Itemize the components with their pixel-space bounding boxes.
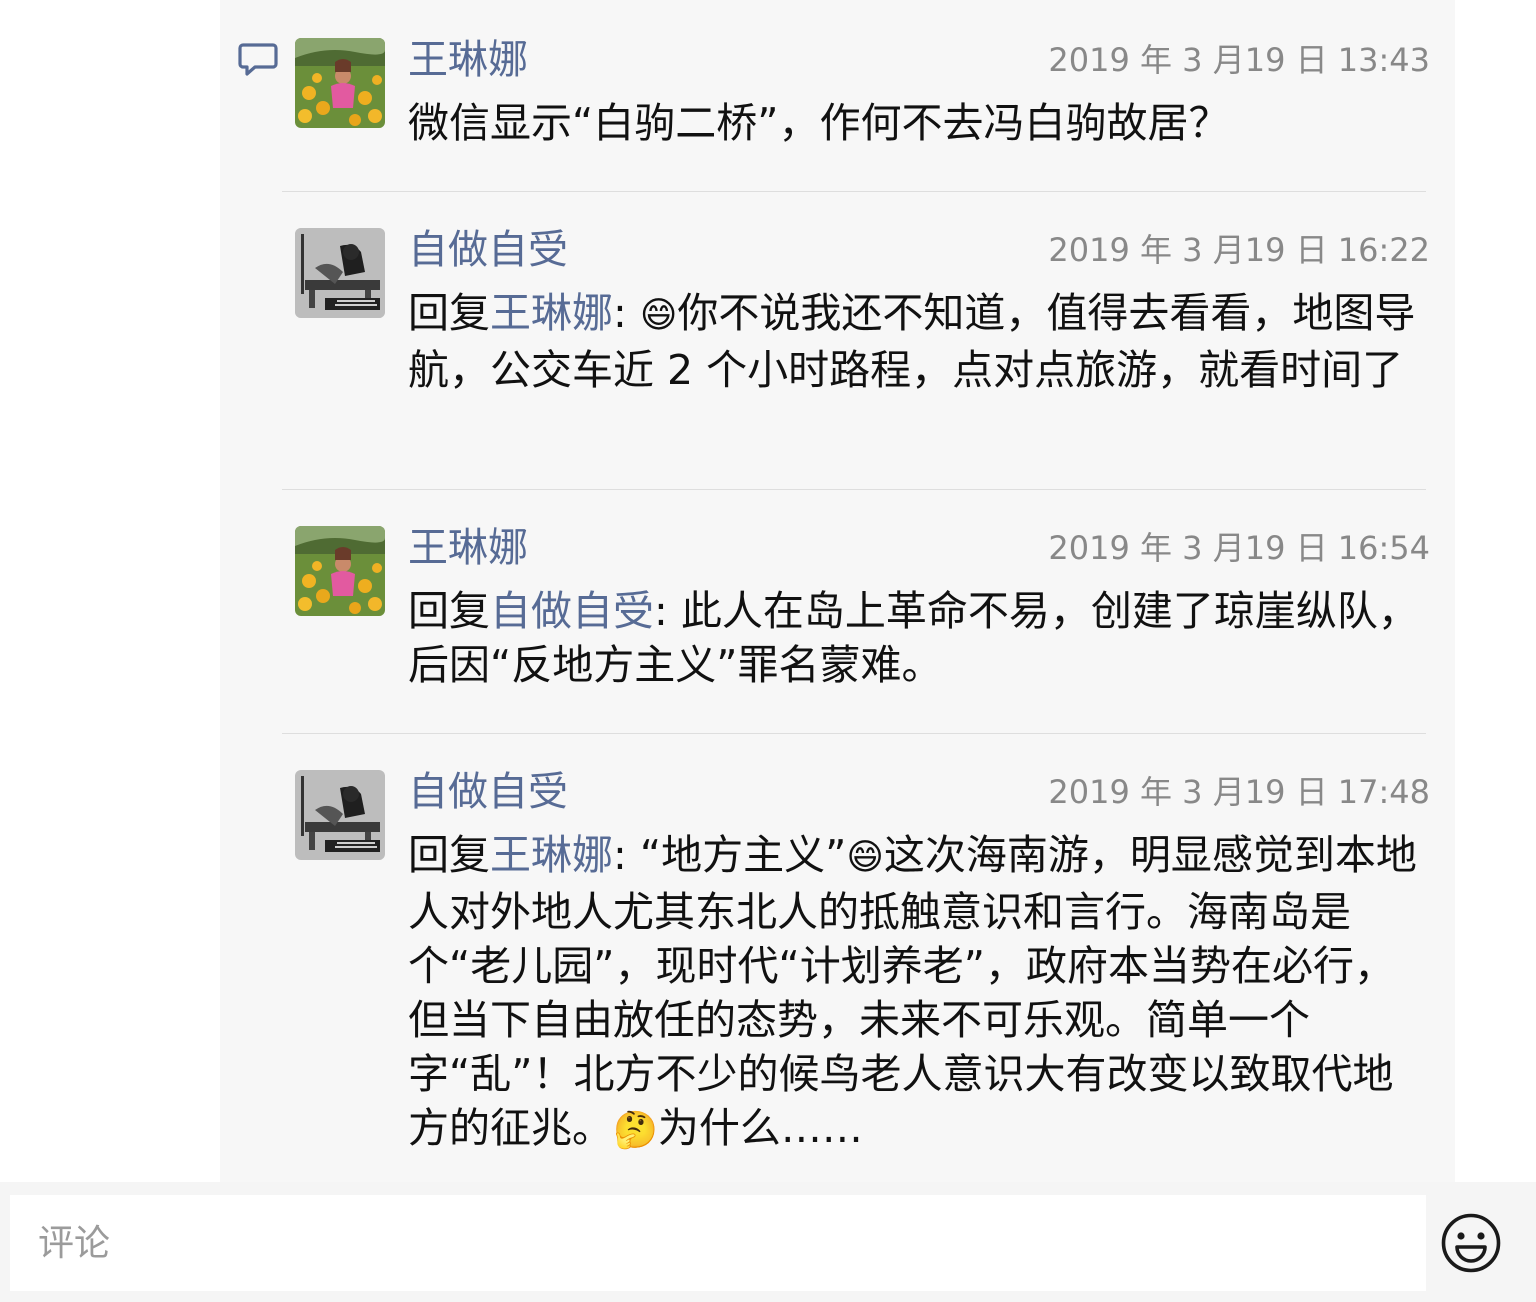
comment-text: 回复自做自受: 此人在岛上革命不易，创建了琼崖纵队，后因“反地方主义”罪名蒙难。 [408,584,1430,692]
comment-input-bar [0,1182,1536,1302]
comment-item: 王琳娜 2019 年 3 月19 日 16:54 回复自做自受: 此人在岛上革命… [295,526,1430,696]
reply-prefix: 回复 [408,289,490,337]
reply-prefix: 回复 [408,587,490,635]
speech-bubble-icon [238,43,278,76]
comment-text: 回复王琳娜: 😄你不说我还不知道，值得去看看，地图导航，公交车近 2 个小时路程… [408,286,1430,397]
reply-separator: : [613,831,640,879]
comment-timestamp: 2019 年 3 月19 日 16:54 [1048,529,1430,567]
comment-author[interactable]: 王琳娜 [408,38,528,82]
smiley-face-icon[interactable] [1440,1212,1502,1274]
grin-emoji-icon: 😄 [639,295,678,336]
comment-author[interactable]: 自做自受 [408,770,568,814]
comment-text: 回复王琳娜: “地方主义”😄这次海南游，明显感觉到本地人对外地人尤其东北人的抵触… [408,828,1430,1158]
reply-to-link[interactable]: 王琳娜 [490,289,613,337]
reply-to-link[interactable]: 自做自受 [490,587,654,635]
comment-timestamp: 2019 年 3 月19 日 16:22 [1048,231,1430,269]
comment-body: “地方主义” [639,831,847,879]
reply-to-link[interactable]: 王琳娜 [490,831,613,879]
comment-timestamp: 2019 年 3 月19 日 17:48 [1048,773,1430,811]
grin-emoji-icon: 😄 [846,837,884,878]
avatar-zizuozishou[interactable] [295,228,385,318]
comments-page: 王琳娜 2019 年 3 月19 日 13:43 微信显示“白驹二桥”，作何不去… [0,0,1536,1302]
comment-timestamp: 2019 年 3 月19 日 13:43 [1048,41,1430,79]
avatar-wanglinna[interactable] [295,38,385,128]
avatar-zizuozishou[interactable] [295,770,385,860]
comment-author[interactable]: 自做自受 [408,228,568,272]
reply-separator: : [654,587,681,635]
comment-item: 自做自受 2019 年 3 月19 日 16:22 回复王琳娜: 😄你不说我还不… [295,228,1430,453]
comment-author[interactable]: 王琳娜 [408,526,528,570]
comment-item: 自做自受 2019 年 3 月19 日 17:48 回复王琳娜: “地方主义”😄… [295,770,1430,1160]
divider [282,733,1426,734]
comment-input[interactable] [10,1195,1426,1291]
comment-body: 这次海南游，明显感觉到本地人对外地人尤其东北人的抵触意识和言行。海南岛是个“老儿… [408,831,1417,1152]
comment-body: 为什么…… [657,1104,863,1152]
reply-prefix: 回复 [408,831,490,879]
divider [282,489,1426,490]
avatar-wanglinna[interactable] [295,526,385,616]
comment-item: 王琳娜 2019 年 3 月19 日 13:43 微信显示“白驹二桥”，作何不去… [295,38,1430,148]
divider [282,191,1426,192]
thinking-emoji-icon: 🤔 [613,1110,658,1151]
reply-separator: : [613,289,640,337]
comment-text: 微信显示“白驹二桥”，作何不去冯白驹故居？ [408,99,1230,147]
